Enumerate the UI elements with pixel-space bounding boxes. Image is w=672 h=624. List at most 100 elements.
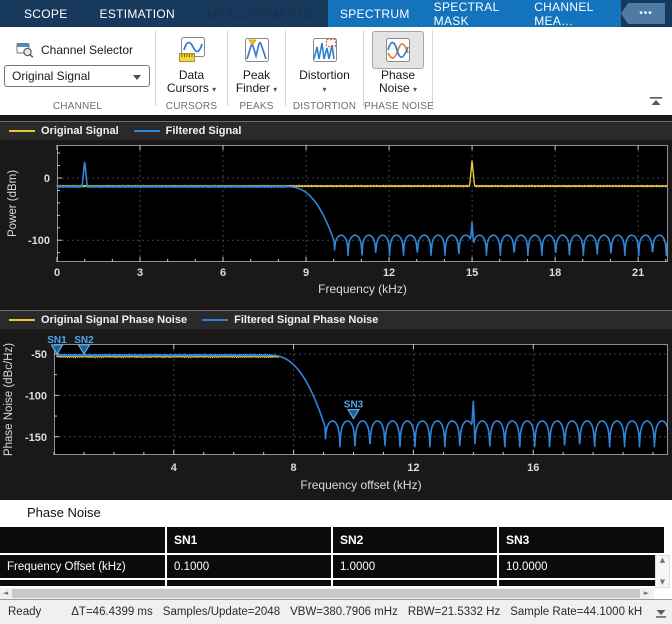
legend-line-sample bbox=[202, 319, 228, 321]
svg-text:6: 6 bbox=[220, 267, 226, 279]
marker-label: SN3 bbox=[344, 400, 364, 411]
power-spectrum-plot[interactable]: 0369121518210-100Frequency (kHz)Power (d… bbox=[0, 141, 672, 307]
svg-text:4: 4 bbox=[171, 462, 178, 474]
table-row-frequency-offset: Frequency Offset (kHz) 0.1000 1.0000 10.… bbox=[0, 553, 664, 578]
svg-text:-100: -100 bbox=[25, 390, 47, 402]
minimize-status-button[interactable] bbox=[655, 608, 667, 621]
phase-noise-panel: Phase Noise SN1 SN2 SN3 Frequency Offset… bbox=[0, 500, 672, 599]
channel-dropdown[interactable]: Original Signal bbox=[4, 65, 150, 87]
scrollbar-thumb[interactable] bbox=[12, 589, 640, 598]
legend-label: Original Signal Phase Noise bbox=[41, 314, 187, 326]
legend-entry-filtered-signal[interactable]: Filtered Signal bbox=[134, 125, 242, 137]
legend-entry-original-phase-noise[interactable]: Original Signal Phase Noise bbox=[9, 314, 187, 326]
phase-noise-group: Phase Noise ▾ PHASE NOISE bbox=[364, 27, 432, 115]
table-horizontal-scrollbar[interactable]: ◄ ► bbox=[0, 588, 654, 599]
sn1-frequency-offset-value[interactable]: 0.1000 bbox=[167, 555, 331, 578]
distortion-button[interactable]: Distortion ▾ bbox=[299, 27, 351, 96]
marker-label: SN2 bbox=[74, 335, 94, 346]
legend-entry-filtered-phase-noise[interactable]: Filtered Signal Phase Noise bbox=[202, 314, 378, 326]
marker-label: SN1 bbox=[47, 335, 67, 346]
scroll-right-icon[interactable]: ► bbox=[641, 589, 652, 598]
phase-noise-legend: Original Signal Phase Noise Filtered Sig… bbox=[0, 310, 672, 329]
dropdown-arrow-icon: ▾ bbox=[413, 85, 417, 94]
svg-text:12: 12 bbox=[383, 267, 395, 279]
legend-label: Filtered Signal bbox=[166, 125, 242, 137]
collapse-toolstrip-button[interactable] bbox=[649, 93, 663, 111]
ellipsis-icon: ••• bbox=[639, 8, 653, 19]
toolstrip-more-button[interactable]: ••• bbox=[621, 3, 665, 24]
chevron-down-icon bbox=[133, 75, 141, 80]
legend-label: Filtered Signal Phase Noise bbox=[234, 314, 378, 326]
data-cursors-icon bbox=[177, 35, 207, 65]
tab-measurements[interactable]: MEASUREMENTS bbox=[191, 0, 328, 27]
svg-text:-50: -50 bbox=[31, 349, 47, 361]
phase-noise-button[interactable]: Phase Noise ▾ bbox=[372, 27, 424, 96]
group-label-distortion: DISTORTION bbox=[286, 101, 363, 112]
sn2-frequency-offset-value[interactable]: 1.0000 bbox=[333, 555, 497, 578]
legend-entry-original-signal[interactable]: Original Signal bbox=[9, 125, 119, 137]
legend-label: Original Signal bbox=[41, 125, 119, 137]
channel-selector-button[interactable]: Channel Selector bbox=[16, 42, 133, 58]
header-cell-sn2[interactable]: SN2 bbox=[333, 527, 497, 553]
stat-delta-t: ΔT=46.4399 ms bbox=[71, 606, 153, 618]
sn3-frequency-offset-value[interactable]: 10.0000 bbox=[499, 555, 655, 578]
data-cursors-label-2: Cursors bbox=[167, 81, 209, 95]
svg-text:21: 21 bbox=[632, 267, 644, 279]
collapse-down-icon bbox=[655, 608, 667, 618]
svg-text:9: 9 bbox=[303, 267, 309, 279]
distortion-group: Distortion ▾ DISTORTION bbox=[286, 27, 363, 115]
svg-text:12: 12 bbox=[407, 462, 419, 474]
scroll-down-icon[interactable]: ▼ bbox=[660, 578, 665, 587]
phase-noise-label-2: Noise bbox=[379, 81, 410, 95]
collapse-up-icon bbox=[649, 97, 663, 106]
peaks-group: Peak Finder ▾ PEAKS bbox=[228, 27, 285, 115]
phase-noise-plot[interactable]: 481216-50-100-150Frequency offset (kHz)P… bbox=[0, 331, 672, 500]
channel-dropdown-value: Original Signal bbox=[12, 69, 90, 83]
phase-noise-icon bbox=[383, 35, 413, 65]
row-label: Frequency Offset (kHz) bbox=[0, 555, 165, 578]
svg-text:-100: -100 bbox=[28, 235, 50, 247]
tab-estimation[interactable]: ESTIMATION bbox=[84, 0, 191, 27]
table-vertical-scrollbar[interactable]: ▲ ▼ bbox=[655, 555, 670, 588]
scope-display-area: Original Signal Filtered Signal 03691215… bbox=[0, 115, 672, 500]
stat-vbw: VBW=380.7906 mHz bbox=[290, 606, 398, 618]
status-text: Ready bbox=[8, 606, 41, 618]
svg-text:3: 3 bbox=[137, 267, 143, 279]
phase-noise-button-selected-state bbox=[372, 31, 424, 69]
x-axis-label: Frequency (kHz) bbox=[318, 282, 407, 296]
scroll-left-icon[interactable]: ◄ bbox=[0, 589, 11, 598]
stat-samples-per-update: Samples/Update=2048 bbox=[163, 606, 280, 618]
peak-finder-button[interactable]: Peak Finder ▾ bbox=[231, 27, 283, 96]
y-axis-label: Phase Noise (dBc/Hz) bbox=[3, 343, 15, 456]
toolstrip-tab-bar: SCOPE ESTIMATION MEASUREMENTS SPECTRUM S… bbox=[0, 0, 672, 27]
legend-line-sample bbox=[134, 130, 160, 132]
distortion-icon bbox=[310, 35, 340, 65]
tab-spectral-mask[interactable]: SPECTRAL MASK bbox=[422, 0, 523, 27]
dropdown-arrow-icon: ▾ bbox=[273, 85, 277, 94]
status-bar: Ready ΔT=46.4399 ms Samples/Update=2048 … bbox=[0, 599, 672, 624]
tab-scope[interactable]: SCOPE bbox=[8, 0, 84, 27]
status-stats: ΔT=46.4399 ms Samples/Update=2048 VBW=38… bbox=[71, 606, 642, 618]
tab-spectrum[interactable]: SPECTRUM bbox=[328, 0, 422, 27]
tab-channel-measurements[interactable]: CHANNEL MEA… bbox=[522, 0, 621, 27]
legend-line-sample bbox=[9, 130, 35, 132]
channel-selector-label: Channel Selector bbox=[41, 43, 133, 57]
header-cell-blank bbox=[0, 527, 165, 553]
y-axis-label: Power (dBm) bbox=[7, 170, 19, 237]
data-cursors-button[interactable]: Data Cursors ▾ bbox=[166, 27, 218, 96]
header-cell-sn1[interactable]: SN1 bbox=[167, 527, 331, 553]
table-header-row: SN1 SN2 SN3 bbox=[0, 527, 664, 553]
cursors-group: Data Cursors ▾ CURSORS bbox=[156, 27, 227, 115]
phase-noise-table: SN1 SN2 SN3 Frequency Offset (kHz) 0.100… bbox=[0, 527, 664, 586]
stat-rbw: RBW=21.5332 Hz bbox=[408, 606, 500, 618]
distortion-label-1: Distortion bbox=[299, 69, 350, 82]
svg-text:-150: -150 bbox=[25, 432, 47, 444]
peak-finder-icon bbox=[242, 35, 272, 65]
header-cell-sn3[interactable]: SN3 bbox=[499, 527, 664, 553]
group-label-peaks: PEAKS bbox=[228, 101, 285, 112]
spectrum-legend: Original Signal Filtered Signal bbox=[0, 121, 672, 140]
svg-text:0: 0 bbox=[44, 173, 50, 185]
x-axis-label: Frequency offset (kHz) bbox=[300, 478, 421, 492]
svg-text:0: 0 bbox=[54, 267, 60, 279]
scroll-up-icon[interactable]: ▲ bbox=[660, 556, 665, 565]
